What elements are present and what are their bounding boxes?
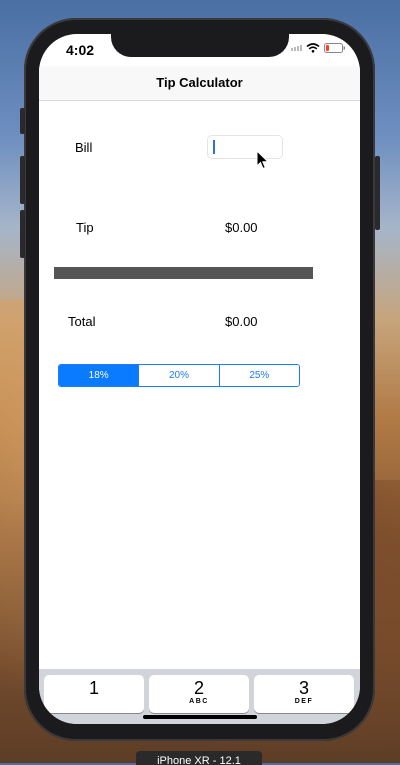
power-button: [375, 156, 380, 230]
key-3-number: 3: [298, 678, 309, 698]
bill-label: Bill: [75, 140, 93, 155]
total-amount: $0.00: [225, 314, 258, 329]
tip-amount: $0.00: [225, 220, 258, 235]
key-3[interactable]: 3 DEF: [254, 675, 354, 713]
bill-input[interactable]: [207, 135, 283, 159]
tip-option-20[interactable]: 20%: [139, 365, 220, 386]
total-label: Total: [68, 314, 96, 329]
app-screen: 4:02 Tip Calculator Bill Tip $0.00 Total…: [39, 34, 360, 724]
volume-up-button: [20, 156, 25, 204]
status-icons: [291, 43, 346, 53]
mouse-pointer-icon: [256, 150, 270, 170]
page-title: Tip Calculator: [156, 75, 243, 90]
mute-switch: [20, 108, 25, 134]
tip-label: Tip: [76, 220, 94, 235]
device-notch: [111, 34, 289, 57]
status-time: 4:02: [66, 42, 95, 58]
key-1[interactable]: 1: [44, 675, 144, 713]
tip-option-25[interactable]: 25%: [219, 365, 299, 386]
tip-percentage-control[interactable]: 18% 20% 25%: [58, 364, 300, 387]
text-caret: [213, 140, 215, 154]
navigation-bar: Tip Calculator: [39, 66, 360, 101]
wifi-icon: [306, 43, 320, 53]
volume-down-button: [20, 210, 25, 258]
key-2[interactable]: 2 ABC: [149, 675, 249, 713]
key-3-letters: DEF: [294, 698, 314, 705]
signal-icon: [291, 45, 302, 51]
tip-option-18[interactable]: 18%: [59, 365, 140, 386]
battery-icon: [324, 43, 345, 53]
key-2-number: 2: [193, 678, 204, 698]
home-indicator[interactable]: [143, 715, 257, 719]
key-2-letters: ABC: [189, 698, 209, 705]
key-1-number: 1: [88, 678, 99, 698]
divider-bar: [54, 267, 313, 279]
